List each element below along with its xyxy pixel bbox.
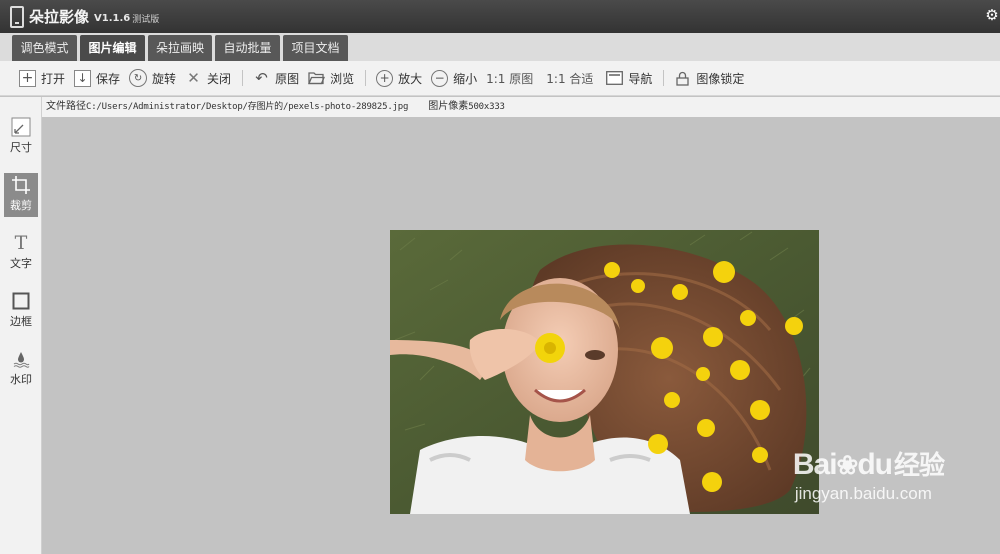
tab-auto-batch[interactable]: 自动批量 xyxy=(215,35,280,61)
settings-gear-icon[interactable]: ⚙ xyxy=(984,7,1000,23)
close-x-icon: ✕ xyxy=(187,69,200,87)
app-version: V1.1.6 xyxy=(94,12,131,24)
zoom-out-icon: − xyxy=(431,69,449,87)
toolbar-separator xyxy=(365,70,367,86)
fit-button[interactable]: 1:1 合适 xyxy=(546,66,597,90)
zoom-out-button[interactable]: − 缩小 xyxy=(431,66,477,90)
open-label: 打开 xyxy=(41,71,66,86)
save-label: 保存 xyxy=(96,71,121,86)
zoom-in-button[interactable]: + 放大 xyxy=(376,66,422,90)
actual-size-button[interactable]: 1:1 原图 xyxy=(486,66,537,90)
resize-icon xyxy=(4,115,38,139)
sidebar-item-text[interactable]: T 文字 xyxy=(4,231,38,275)
toolbar-separator xyxy=(242,70,244,86)
sidebar-item-label: 尺寸 xyxy=(10,141,32,154)
folder-icon xyxy=(308,70,326,87)
navigate-button[interactable]: 导航 xyxy=(606,66,652,90)
paw-icon: ❀ xyxy=(836,450,859,480)
sidebar-item-label: 文字 xyxy=(10,257,32,270)
fit-label: 1:1 合适 xyxy=(546,71,594,86)
zoom-out-label: 缩小 xyxy=(453,71,478,86)
sidebar-item-border[interactable]: 边框 xyxy=(4,289,38,333)
file-info-bar: 文件路径C:/Users/Administrator/Desktop/存图片的/… xyxy=(42,97,1000,117)
tab-bar: 调色模式 图片编辑 朵拉画映 自动批量 项目文档 xyxy=(0,33,1000,61)
open-button[interactable]: + 打开 xyxy=(19,66,65,90)
edited-photo[interactable] xyxy=(390,230,819,514)
app-name: 朵拉影像 xyxy=(29,8,90,26)
image-pixels-label: 图片像素 xyxy=(428,101,469,112)
original-label: 原图 xyxy=(275,71,300,86)
app-edition: 测试版 xyxy=(132,15,160,25)
baidu-url: jingyan.baidu.com xyxy=(794,484,932,503)
image-lock-button[interactable]: 图像锁定 xyxy=(674,66,744,90)
file-path-label: 文件路径 xyxy=(46,101,86,112)
image-pixels-value: 500x333 xyxy=(468,102,505,112)
plus-icon: + xyxy=(19,69,36,87)
image-lock-label: 图像锁定 xyxy=(696,71,745,86)
navigator-icon xyxy=(606,70,624,87)
sidebar-item-resize[interactable]: 尺寸 xyxy=(4,115,38,159)
baidu-jingyan-watermark: Bai❀du经验 jingyan.baidu.com xyxy=(792,445,945,504)
text-icon: T xyxy=(14,232,28,254)
tab-color-mode[interactable]: 调色模式 xyxy=(12,35,77,61)
sidebar-item-label: 裁剪 xyxy=(10,199,32,212)
rotate-icon: ↻ xyxy=(129,69,148,87)
title-bar: 朵拉影像 V1.1.6 测试版 ⚙ xyxy=(0,0,1000,33)
save-button[interactable]: ↓ 保存 xyxy=(74,66,120,90)
close-label: 关闭 xyxy=(207,71,232,86)
close-button[interactable]: ✕ 关闭 xyxy=(185,66,231,90)
rotate-label: 旋转 xyxy=(152,71,177,86)
baidu-logo: Bai❀du经验 xyxy=(792,448,945,481)
sidebar-item-label: 边框 xyxy=(10,315,32,328)
tab-project-docs[interactable]: 项目文档 xyxy=(283,35,348,61)
border-icon xyxy=(4,289,38,313)
left-sidebar: 尺寸 裁剪 T 文字 边框 水印 xyxy=(0,97,42,554)
crop-icon xyxy=(4,173,38,197)
browse-label: 浏览 xyxy=(330,71,355,86)
toolbar: + 打开 ↓ 保存 ↻ 旋转 ✕ 关闭 ↶ 原图 浏览 + 放大 − 缩小 1:… xyxy=(0,61,1000,96)
app-icon xyxy=(10,5,24,28)
zoom-in-label: 放大 xyxy=(398,71,423,86)
lock-icon xyxy=(674,70,691,87)
watermark-icon xyxy=(4,347,38,371)
download-arrow-icon: ↓ xyxy=(74,69,92,87)
tab-dora-studio[interactable]: 朵拉画映 xyxy=(148,35,212,61)
sidebar-item-label: 水印 xyxy=(10,373,32,386)
actual-size-label: 1:1 原图 xyxy=(486,71,534,86)
zoom-in-icon: + xyxy=(376,69,394,87)
file-path-value: C:/Users/Administrator/Desktop/存图片的/pexe… xyxy=(86,102,409,112)
sidebar-item-watermark[interactable]: 水印 xyxy=(4,347,38,391)
rotate-button[interactable]: ↻ 旋转 xyxy=(129,66,176,90)
toolbar-separator xyxy=(663,70,665,86)
undo-arrow-icon: ↶ xyxy=(255,69,268,87)
navigate-label: 导航 xyxy=(628,71,653,86)
tab-image-edit[interactable]: 图片编辑 xyxy=(80,35,145,61)
browse-button[interactable]: 浏览 xyxy=(308,66,354,90)
sidebar-item-crop[interactable]: 裁剪 xyxy=(4,173,38,217)
original-button[interactable]: ↶ 原图 xyxy=(253,66,299,90)
